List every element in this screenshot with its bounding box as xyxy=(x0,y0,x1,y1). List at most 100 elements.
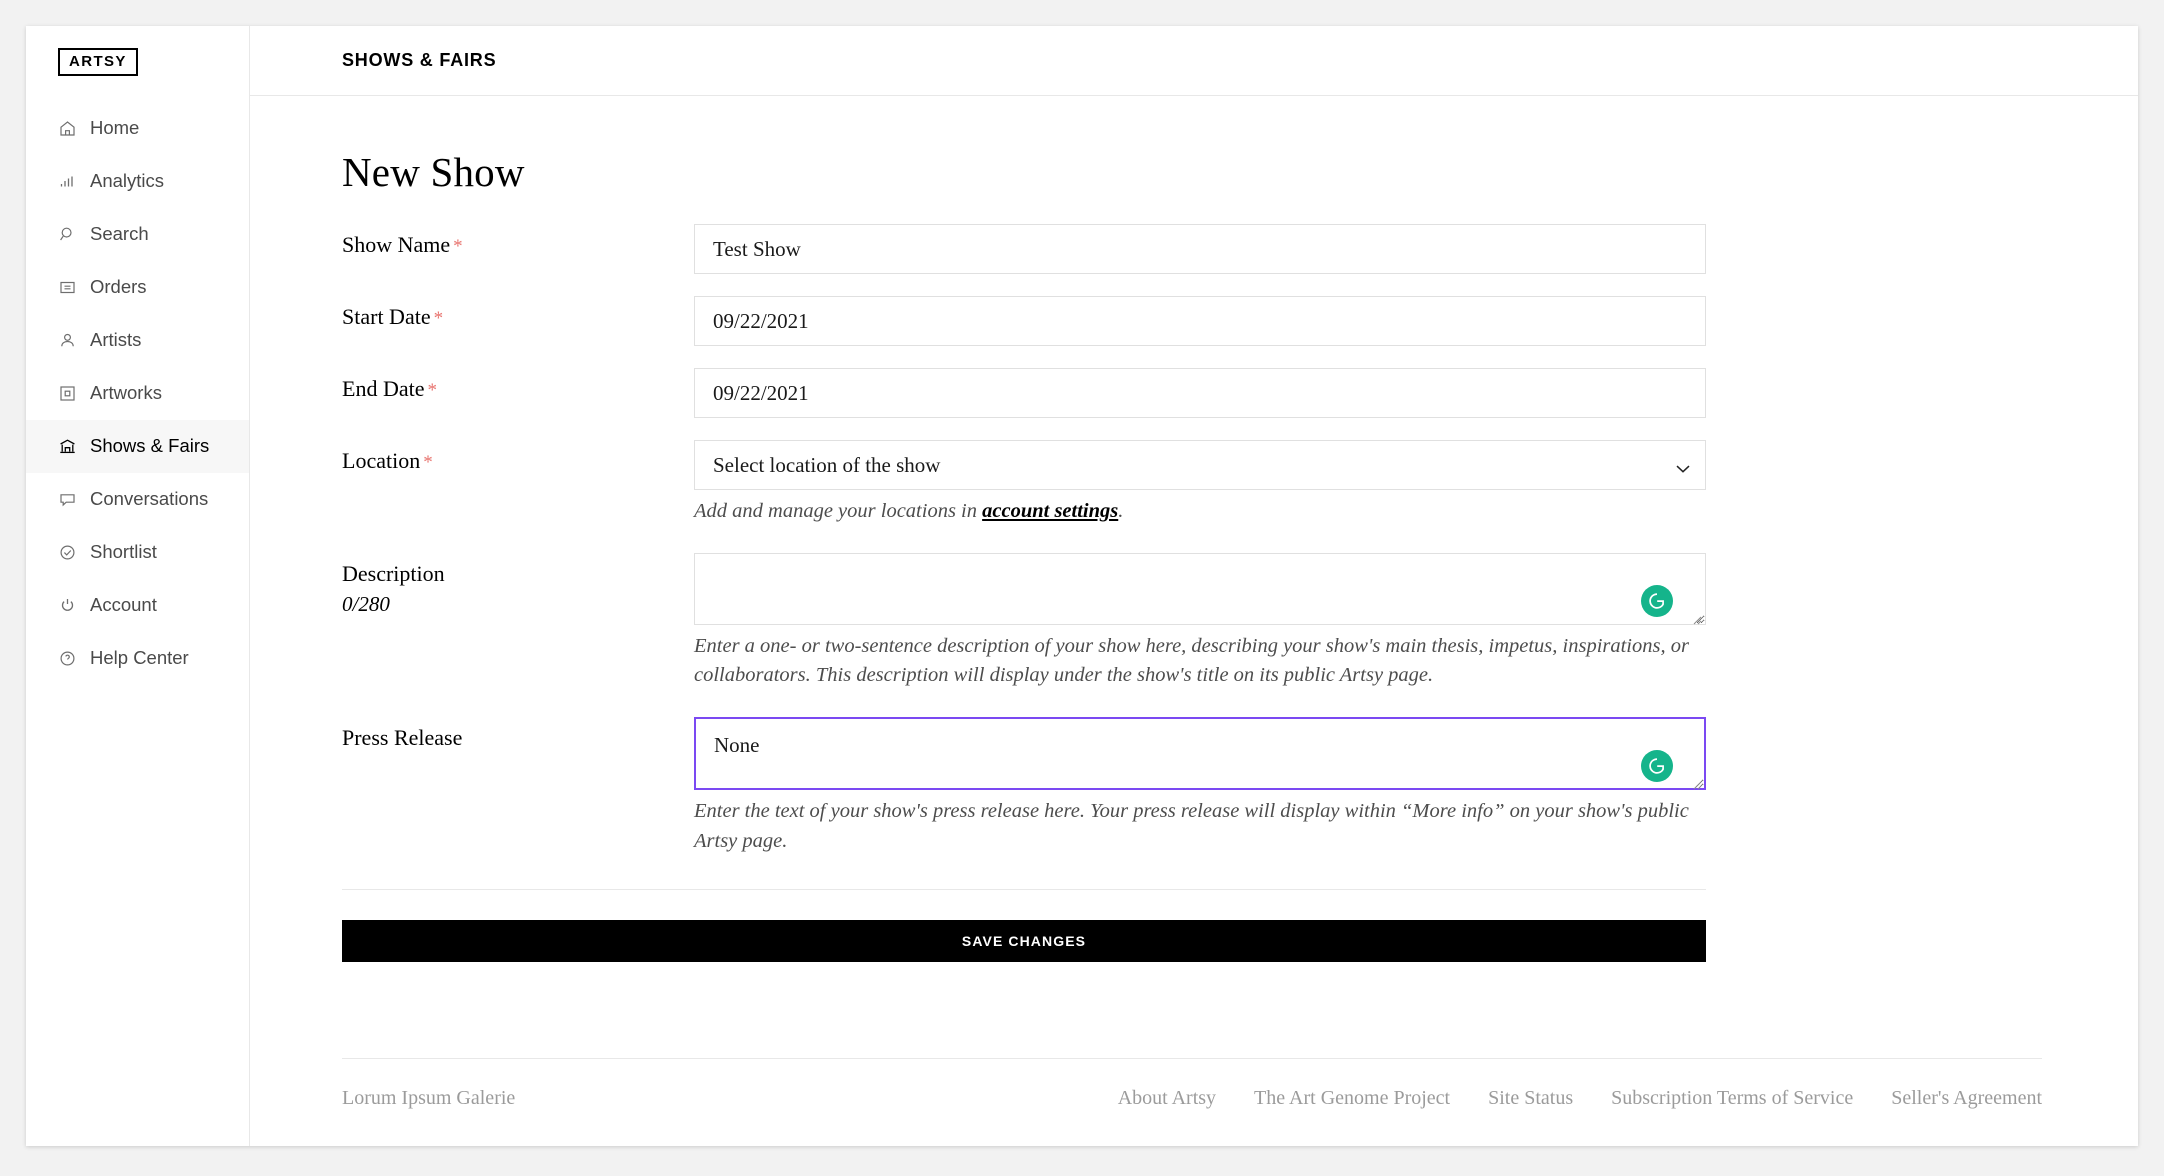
form-row-start-date: Start Date * xyxy=(342,296,1706,346)
required-asterisk: * xyxy=(427,380,437,401)
press-release-label: Press Release xyxy=(342,717,694,751)
footer-link-site-status[interactable]: Site Status xyxy=(1488,1087,1573,1110)
artsy-logo[interactable]: ARTSY xyxy=(58,48,138,76)
press-release-hint: Enter the text of your show's press rele… xyxy=(694,800,1689,852)
sidebar-item-orders[interactable]: Orders xyxy=(26,261,249,314)
end-date-label: End Date * xyxy=(342,368,694,402)
institution-icon xyxy=(58,437,77,456)
person-icon xyxy=(58,331,77,350)
top-bar: SHOWS & FAIRS xyxy=(250,26,2138,96)
save-button-wrap: SAVE CHANGES xyxy=(342,890,1706,962)
label-text: End Date xyxy=(342,376,425,401)
bar-chart-icon xyxy=(58,172,77,191)
footer-link-about-artsy[interactable]: About Artsy xyxy=(1118,1087,1216,1110)
description-field-wrap: Enter a one- or two-sentence description… xyxy=(694,552,1706,691)
location-label: Location * xyxy=(342,440,694,474)
home-icon xyxy=(58,119,77,138)
sidebar-item-label: Help Center xyxy=(90,647,189,669)
form-row-description: Description 0/280 Enter a one- or two-se… xyxy=(342,552,1706,691)
frame-icon xyxy=(58,384,77,403)
show-name-field-wrap xyxy=(694,224,1706,274)
logo-container: ARTSY xyxy=(26,48,249,76)
power-icon xyxy=(58,596,77,615)
sidebar-item-home[interactable]: Home xyxy=(26,102,249,155)
label-text: Location xyxy=(342,448,421,473)
receipt-icon xyxy=(58,278,77,297)
content-area: New Show Show Name* Start Date* xyxy=(250,96,2138,1146)
sidebar-item-analytics[interactable]: Analytics xyxy=(26,155,249,208)
footer: Lorum Ipsum Galerie About Artsy The Art … xyxy=(342,1059,2042,1146)
sidebar-nav: Home Analytics Search Orders Artists Art… xyxy=(26,102,249,685)
sidebar-item-help-center[interactable]: Help Center xyxy=(26,632,249,685)
required-asterisk: * xyxy=(453,236,463,257)
sidebar-item-label: Conversations xyxy=(90,488,209,510)
sidebar-item-label: Search xyxy=(90,223,149,245)
gallery-name: Lorum Ipsum Galerie xyxy=(342,1087,516,1109)
new-show-form: Show Name* Start Date* xyxy=(342,224,1706,962)
required-asterisk: * xyxy=(433,308,444,329)
sidebar-item-shortlist[interactable]: Shortlist xyxy=(26,526,249,579)
search-icon xyxy=(58,225,77,244)
label-text: Show Name xyxy=(342,232,451,257)
question-circle-icon xyxy=(58,649,77,668)
grammarly-icon[interactable] xyxy=(1641,584,1673,617)
sidebar: ARTSY Home Analytics Search Orders Artis… xyxy=(26,26,250,1146)
sidebar-item-label: Account xyxy=(90,594,157,616)
sidebar-item-label: Home xyxy=(90,117,140,139)
speech-bubble-icon xyxy=(58,490,77,509)
start-date-label: Start Date * xyxy=(342,296,694,330)
label-text: Description xyxy=(342,560,445,586)
sidebar-item-label: Shortlist xyxy=(90,541,157,563)
start-date-input[interactable] xyxy=(694,296,1706,346)
description-char-counter: 0/280 xyxy=(342,591,390,616)
grammarly-icon[interactable] xyxy=(1641,750,1673,783)
press-release-textarea[interactable]: None xyxy=(694,717,1706,791)
sidebar-item-label: Shows & Fairs xyxy=(90,435,210,457)
end-date-field-wrap xyxy=(694,368,1706,418)
footer-link-art-genome-project[interactable]: The Art Genome Project xyxy=(1254,1087,1450,1110)
check-circle-icon xyxy=(58,543,77,562)
sidebar-item-label: Analytics xyxy=(90,170,165,192)
app-window: ARTSY Home Analytics Search Orders Artis… xyxy=(26,26,2138,1146)
description-textarea-wrap xyxy=(694,552,1706,625)
form-row-end-date: End Date * xyxy=(342,368,1706,418)
press-release-textarea-wrap: None xyxy=(694,717,1706,791)
label-text: Start Date xyxy=(342,304,431,329)
location-select[interactable]: Select location of the show xyxy=(694,440,1706,490)
sidebar-item-search[interactable]: Search xyxy=(26,208,249,261)
footer-link-sellers-agreement[interactable]: Seller's Agreement xyxy=(1891,1087,2042,1110)
form-row-press-release: Press Release None Enter the text of you… xyxy=(342,717,1706,856)
page-section-title: SHOWS & FAIRS xyxy=(342,50,497,70)
description-hint: Enter a one- or two-sentence description… xyxy=(694,634,1689,687)
form-row-show-name: Show Name * xyxy=(342,224,1706,274)
location-hint: Add and manage your locations in account… xyxy=(694,497,1706,527)
location-select-wrap: Select location of the show xyxy=(694,440,1706,490)
description-textarea[interactable] xyxy=(694,552,1706,625)
sidebar-item-artworks[interactable]: Artworks xyxy=(26,367,249,420)
main-area: SHOWS & FAIRS New Show Show Name* S xyxy=(250,26,2138,1146)
show-name-input[interactable] xyxy=(694,224,1706,274)
press-release-field-wrap: None Enter the text of your show's press… xyxy=(694,717,1706,856)
end-date-input[interactable] xyxy=(694,368,1706,418)
location-field-wrap: Select location of the show Add and mana… xyxy=(694,440,1706,527)
sidebar-item-conversations[interactable]: Conversations xyxy=(26,473,249,526)
sidebar-item-artists[interactable]: Artists xyxy=(26,314,249,367)
form-row-location: Location * Select location of the show Ad… xyxy=(342,440,1706,527)
start-date-field-wrap xyxy=(694,296,1706,346)
page-title: New Show xyxy=(342,149,525,195)
sidebar-item-label: Artists xyxy=(90,329,142,351)
required-asterisk: * xyxy=(423,452,433,473)
account-settings-link[interactable]: account settings xyxy=(982,500,1118,522)
footer-links: About Artsy The Art Genome Project Site … xyxy=(1118,1087,2042,1110)
footer-link-subscription-terms[interactable]: Subscription Terms of Service xyxy=(1611,1087,1853,1110)
label-text: Press Release xyxy=(342,725,463,751)
description-label: Description 0/280 xyxy=(342,553,694,617)
show-name-label: Show Name * xyxy=(342,224,694,258)
sidebar-item-label: Orders xyxy=(90,276,147,298)
sidebar-item-account[interactable]: Account xyxy=(26,579,249,632)
sidebar-item-label: Artworks xyxy=(90,382,162,404)
sidebar-item-shows-and-fairs[interactable]: Shows & Fairs xyxy=(26,420,249,473)
hint-text-before: Add and manage your locations in xyxy=(694,500,983,522)
save-changes-button[interactable]: SAVE CHANGES xyxy=(342,919,1706,962)
hint-text-after: . xyxy=(1118,500,1124,522)
